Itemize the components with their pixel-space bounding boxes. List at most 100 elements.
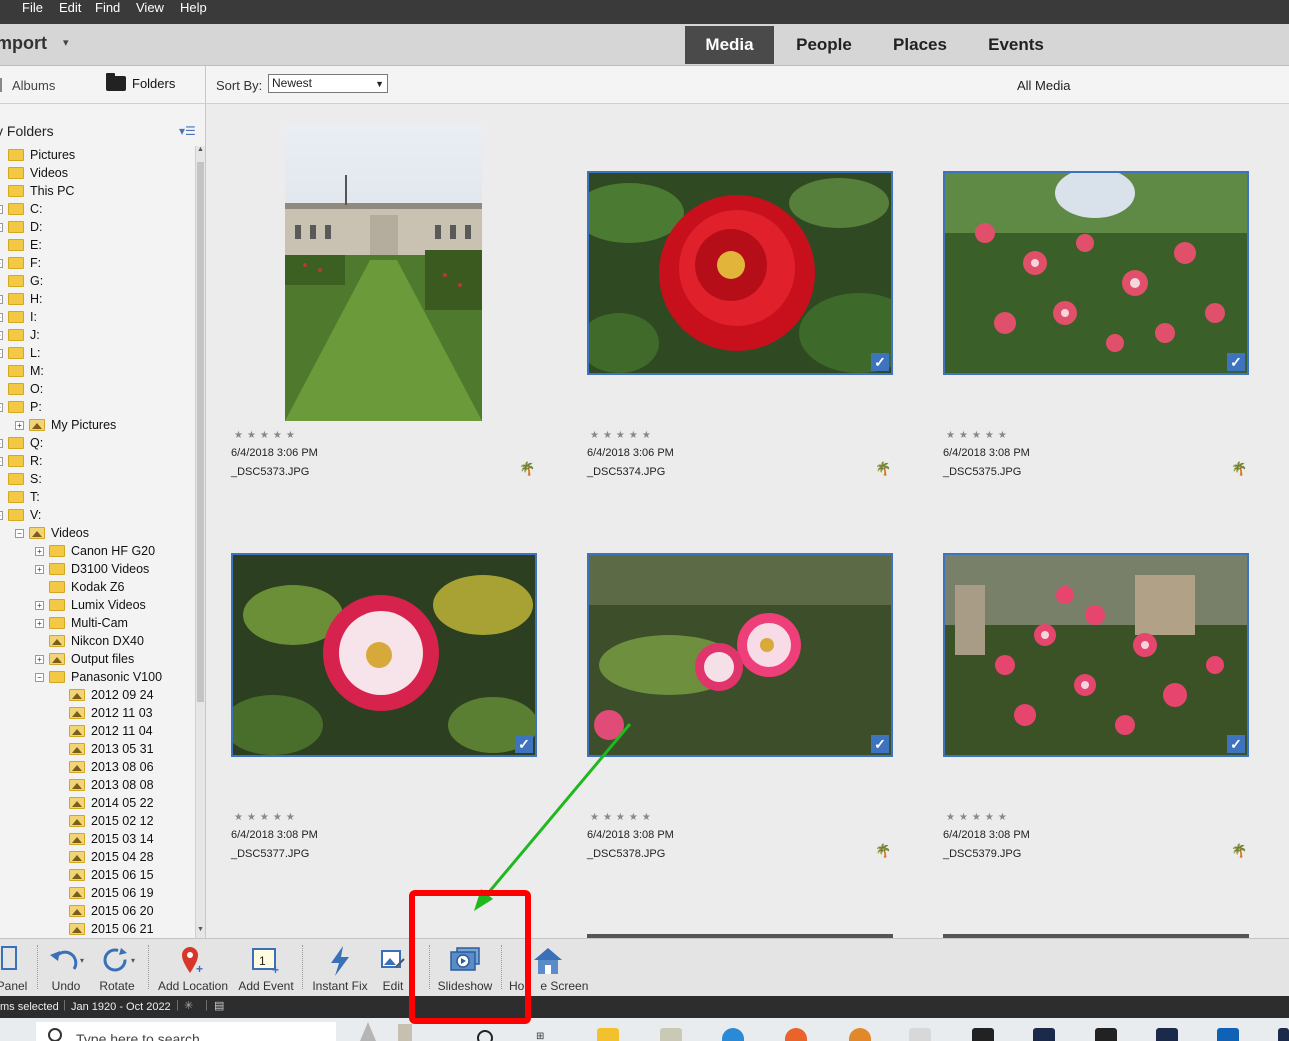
photo-thumbnail[interactable]: ✓ xyxy=(943,553,1249,757)
app-icon[interactable] xyxy=(909,1028,931,1041)
edit-button[interactable]: Edit xyxy=(378,939,408,997)
panel-button[interactable]: Panel xyxy=(0,939,32,997)
expand-icon[interactable]: + xyxy=(35,654,44,664)
date-range[interactable]: Jan 1920 - Oct 2022 xyxy=(71,1001,171,1013)
folder-tree-item[interactable]: 2012 11 04 xyxy=(55,722,153,740)
folder-tree-item[interactable]: E: xyxy=(0,236,42,254)
folder-tree-item[interactable]: G: xyxy=(0,272,43,290)
folder-tree-item[interactable]: − P: xyxy=(0,398,42,416)
import-button[interactable]: mport xyxy=(0,33,47,54)
folder-tree-item[interactable]: + J: xyxy=(0,326,40,344)
rating-stars[interactable]: ★★★★★ xyxy=(946,430,1011,441)
folders-tab[interactable]: Folders xyxy=(106,73,175,91)
expand-icon[interactable]: + xyxy=(0,438,3,448)
folder-tree-item[interactable]: + D: xyxy=(0,218,43,236)
tab-events[interactable]: Events xyxy=(970,26,1062,64)
menu-find[interactable]: Find xyxy=(95,0,120,16)
app-icon[interactable] xyxy=(1278,1028,1289,1041)
checkmark-icon[interactable]: ✓ xyxy=(871,735,889,753)
outlook-icon[interactable] xyxy=(1217,1028,1239,1041)
checkmark-icon[interactable]: ✓ xyxy=(1227,353,1245,371)
app-icon[interactable] xyxy=(398,1024,412,1041)
folder-tree-item[interactable]: + R: xyxy=(0,452,43,470)
folder-tree-item[interactable]: Nikcon DX40 xyxy=(35,632,144,650)
expand-icon[interactable]: + xyxy=(35,546,44,556)
folder-tree-item[interactable]: T: xyxy=(0,488,40,506)
folder-tree-item[interactable]: Kodak Z6 xyxy=(35,578,125,596)
folder-tree-item[interactable]: O: xyxy=(0,380,43,398)
expand-icon[interactable]: + xyxy=(0,204,3,214)
folder-tree-item[interactable]: + L: xyxy=(0,344,40,362)
rating-stars[interactable]: ★★★★★ xyxy=(946,812,1011,823)
scroll-down-icon[interactable]: ▼ xyxy=(196,926,205,938)
expand-icon[interactable]: + xyxy=(0,330,3,340)
folder-tree-item[interactable]: + F: xyxy=(0,254,41,272)
folder-tree-item[interactable]: + My Pictures xyxy=(15,416,116,434)
rating-stars[interactable]: ★★★★★ xyxy=(234,812,299,823)
telegram-icon[interactable] xyxy=(722,1028,744,1041)
premiere-icon[interactable] xyxy=(972,1028,994,1041)
folder-tree-item[interactable]: 2015 06 21 xyxy=(55,920,154,938)
app-icon[interactable] xyxy=(1095,1028,1117,1041)
menu-file[interactable]: File xyxy=(22,0,43,16)
folder-tree-item[interactable]: 2015 03 14 xyxy=(55,830,154,848)
chevron-down-icon[interactable]: ▾ xyxy=(63,36,69,49)
calendar-status-icon[interactable]: ▤ xyxy=(214,999,224,1012)
folder-tree-item[interactable]: Videos xyxy=(0,164,68,182)
expand-icon[interactable]: + xyxy=(15,420,24,430)
folder-tree-item[interactable]: M: xyxy=(0,362,44,380)
checkmark-icon[interactable]: ✓ xyxy=(515,735,533,753)
folder-tree-item[interactable]: 2015 02 12 xyxy=(55,812,154,830)
folder-tree-item[interactable]: + D3100 Videos xyxy=(35,560,149,578)
collapse-icon[interactable]: − xyxy=(15,528,24,538)
pen-icon[interactable] xyxy=(360,1022,376,1041)
folder-tree-item[interactable]: This PC xyxy=(0,182,74,200)
folder-tree-item[interactable]: + Multi-Cam xyxy=(35,614,128,632)
folder-tree-item[interactable]: 2015 06 15 xyxy=(55,866,154,884)
tab-people[interactable]: People xyxy=(779,26,869,64)
undo-button[interactable]: ▾ Undo xyxy=(44,939,88,997)
albums-tab[interactable]: Albums xyxy=(12,78,55,93)
folder-tree-item[interactable]: + Q: xyxy=(0,434,43,452)
scroll-thumb[interactable] xyxy=(197,162,204,702)
folder-tree-item[interactable]: 2015 06 20 xyxy=(55,902,154,920)
app-icon[interactable] xyxy=(1156,1028,1178,1041)
rating-stars[interactable]: ★★★★★ xyxy=(590,812,655,823)
menu-edit[interactable]: Edit xyxy=(59,0,81,16)
folder-tree-item[interactable]: 2014 05 22 xyxy=(55,794,154,812)
expand-icon[interactable]: + xyxy=(0,456,3,466)
collapse-icon[interactable]: − xyxy=(35,672,44,682)
folder-tree-item[interactable]: + Lumix Videos xyxy=(35,596,146,614)
photo-thumbnail[interactable]: ✓ xyxy=(231,553,537,757)
menu-view[interactable]: View xyxy=(136,0,164,16)
expand-icon[interactable]: + xyxy=(0,222,3,232)
folder-tree-item[interactable]: 2013 05 31 xyxy=(55,740,154,758)
folder-tree-item[interactable]: + Canon HF G20 xyxy=(35,542,155,560)
rotate-button[interactable]: ▾ Rotate xyxy=(94,939,140,997)
folder-tree-item[interactable]: + Output files xyxy=(35,650,134,668)
photo-thumbnail[interactable]: ✓ xyxy=(587,171,893,375)
expand-icon[interactable]: + xyxy=(0,348,3,358)
checkmark-icon[interactable]: ✓ xyxy=(871,353,889,371)
task-view-icon[interactable]: ⊞ xyxy=(536,1031,544,1041)
photoshop-elements-icon[interactable] xyxy=(1033,1028,1055,1041)
folder-tree-item[interactable]: 2012 11 03 xyxy=(55,704,153,722)
folder-tree-item[interactable]: − Panasonic V100 xyxy=(35,668,162,686)
cortana-icon[interactable] xyxy=(477,1030,493,1041)
add-event-button[interactable]: 1 + Add Event xyxy=(235,939,297,997)
tab-places[interactable]: Places xyxy=(878,26,962,64)
add-location-button[interactable]: + Add Location xyxy=(155,939,231,997)
folder-tree-item[interactable]: + I: xyxy=(0,308,37,326)
expand-icon[interactable]: + xyxy=(0,312,3,322)
expand-icon[interactable]: + xyxy=(35,564,44,574)
photo-thumbnail[interactable]: ✓ xyxy=(943,171,1249,375)
folder-tree-item[interactable]: + C: xyxy=(0,200,43,218)
collapse-icon[interactable]: − xyxy=(0,510,3,520)
photo-thumbnail[interactable]: ✓ xyxy=(587,553,893,757)
photo-thumbnail[interactable] xyxy=(285,125,482,421)
firefox-icon[interactable] xyxy=(785,1028,807,1041)
folder-tree-item[interactable]: S: xyxy=(0,470,42,488)
panel-menu-icon[interactable]: ▾☰ xyxy=(179,124,196,138)
folder-scrollbar[interactable]: ▲ ▼ xyxy=(195,146,205,938)
folder-tree-item[interactable]: 2013 08 06 xyxy=(55,758,154,776)
